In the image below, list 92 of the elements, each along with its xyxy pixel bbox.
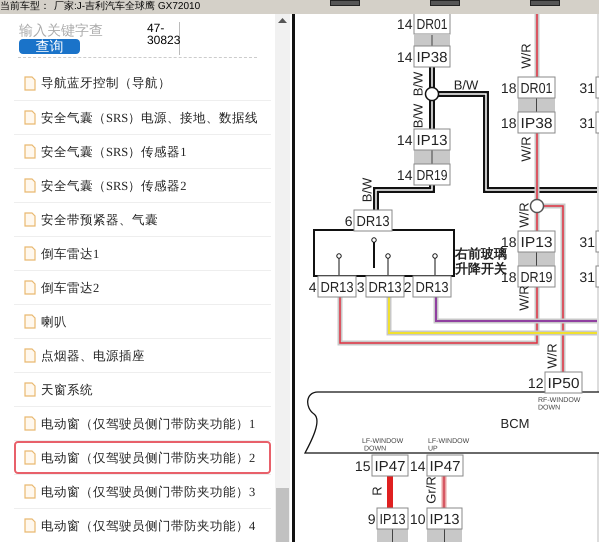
splice-drawing [427, 528, 462, 542]
list-item[interactable]: 天窗系统 [14, 373, 271, 406]
wire-label: Gr/R [423, 476, 438, 504]
connector: DR01 [518, 76, 558, 98]
connector: IP13 [426, 508, 462, 530]
list-item[interactable]: 电动窗（仅驾驶员侧门带防夹功能）4 [14, 509, 271, 542]
wire-label: W/R [516, 285, 532, 311]
pin-number: 14 [396, 16, 412, 32]
wire-label: B/W [359, 178, 374, 202]
pin-number: 9 [368, 511, 376, 527]
pin-number: 31 [579, 269, 595, 285]
file-icon [24, 348, 36, 363]
file-icon [24, 416, 36, 431]
file-icon [24, 178, 36, 193]
wire-label: B/W [410, 104, 426, 128]
junction-dot [530, 198, 544, 214]
pin-number: 31 [579, 115, 595, 131]
connector: DR13 [318, 276, 358, 298]
pin-number: 14 [410, 458, 426, 474]
list-item[interactable]: 导航蓝牙控制（导航） [14, 66, 271, 100]
pin-number: 15 [354, 458, 370, 474]
connector: IP13 [518, 230, 556, 252]
list-item[interactable]: 安全气囊（SRS）传感器1 [14, 135, 271, 168]
list-item[interactable]: 倒车雷达1 [14, 237, 271, 270]
file-icon [24, 246, 36, 261]
splice-drawing [377, 528, 408, 542]
wire-label: W/R [518, 136, 534, 162]
file-icon [24, 314, 36, 329]
wire-label: W/R [544, 343, 560, 369]
pin-number: 18 [500, 115, 516, 131]
pin-number: 4 [308, 279, 316, 295]
connector: DR19 [518, 266, 558, 288]
wire-label: B/W [410, 72, 426, 96]
file-icon [24, 280, 36, 295]
list-item[interactable]: 倒车雷达2 [14, 271, 271, 304]
file-icon [24, 484, 36, 499]
pin-number: 14 [396, 49, 412, 65]
list-item[interactable]: 电动窗（仅驾驶员侧门带防夹功能）3 [14, 475, 271, 508]
connector: IP13 [376, 508, 410, 530]
toolbar-button[interactable] [330, 0, 360, 6]
list-item[interactable]: 安全气囊（SRS）传感器2 [14, 169, 271, 202]
file-icon [24, 212, 36, 227]
connector: DR13 [366, 276, 406, 298]
wire-label: W/R [516, 202, 532, 228]
wire-label: R [369, 486, 384, 496]
list-item[interactable]: 点烟器、电源插座 [14, 339, 271, 372]
toolbar-button[interactable] [430, 0, 460, 6]
file-icon [24, 76, 36, 90]
list-item[interactable]: 电动窗（仅驾驶员侧门带防夹功能）1 [14, 407, 271, 440]
scroll-up-icon[interactable] [278, 18, 287, 24]
pin-number: 10 [410, 511, 426, 527]
connector: IP50 [544, 372, 582, 394]
toolbar-button[interactable] [530, 0, 560, 6]
pin-number: 18 [500, 80, 516, 96]
list-item[interactable]: 喇叭 [14, 305, 271, 338]
pin-number: 2 [404, 279, 412, 295]
splice-drawing [414, 150, 450, 164]
pin-number: 14 [396, 167, 412, 183]
connector: IP47 [372, 454, 408, 476]
pin-number: 31 [579, 234, 595, 250]
wire-label: B/W [454, 77, 478, 92]
search-field[interactable]: 输入关键字查 [19, 22, 139, 38]
splice-drawing [414, 34, 450, 46]
vehicle-label: 当前车型： [0, 2, 50, 12]
module-label: BCM [500, 416, 530, 431]
pin-number: 12 [528, 375, 544, 391]
scrollbar-thumb[interactable] [276, 488, 289, 542]
code-text: 47-30823 [147, 22, 179, 46]
file-icon [24, 450, 36, 465]
junction-dot [424, 86, 440, 102]
wire-label: W/R [518, 43, 534, 69]
file-icon [24, 144, 36, 159]
connector: DR13 [354, 210, 394, 232]
file-icon [24, 382, 36, 397]
connector: IP13 [414, 128, 450, 150]
connector: IP47 [426, 454, 464, 476]
list-item[interactable]: 安全气囊（SRS）电源、接地、数据线 [14, 101, 271, 134]
pin-number: 14 [396, 132, 412, 148]
pin-number: 6 [344, 213, 352, 229]
splice-drawing [518, 98, 555, 112]
file-icon [24, 518, 36, 533]
file-icon [24, 110, 36, 125]
vehicle-name: 厂家:J-吉利汽车全球鹰 GX72010 [54, 2, 200, 12]
pin-number: 31 [579, 80, 595, 96]
search-button[interactable]: 查询 [19, 39, 80, 54]
connector: IP38 [414, 46, 450, 68]
pin-number: 3 [356, 279, 364, 295]
connector: IP38 [518, 112, 556, 134]
list-item[interactable]: 电动窗（仅驾驶员侧门带防夹功能）2 [14, 441, 271, 474]
scrollbar-track[interactable] [275, 14, 290, 542]
connector: DR13 [412, 276, 453, 298]
list-item[interactable]: 安全带预紧器、气囊 [14, 203, 271, 236]
